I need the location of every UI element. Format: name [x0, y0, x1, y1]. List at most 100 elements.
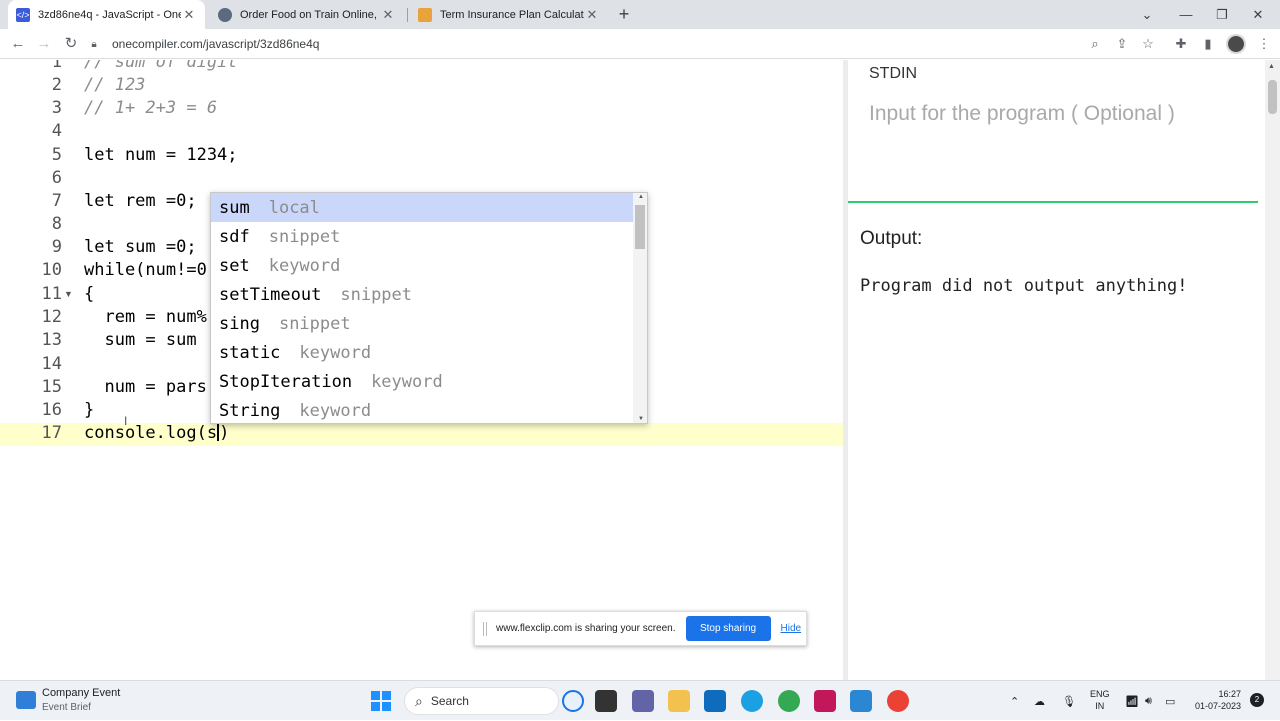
- line-number: 16: [41, 400, 62, 420]
- teams-chat-icon[interactable]: [632, 690, 654, 712]
- suggestion-item[interactable]: StopIteration keyword: [211, 367, 633, 396]
- windows-start-icon[interactable]: [371, 691, 391, 711]
- taskbar-search[interactable]: ⌕ Search: [404, 687, 559, 715]
- close-icon[interactable]: ✕: [380, 7, 396, 23]
- calculator-icon: [418, 7, 432, 22]
- scrollbar-thumb[interactable]: [635, 205, 645, 249]
- autocomplete-popup: sum local sdf snippet set keyword setTimeou…: [210, 192, 648, 424]
- suggestion-item[interactable]: setTimeout snippet: [211, 280, 633, 309]
- suggestion-item[interactable]: sdf snippet: [211, 222, 633, 251]
- avatar[interactable]: [1226, 34, 1246, 54]
- reload-button[interactable]: ↻: [60, 34, 82, 54]
- notification-badge[interactable]: 2: [1250, 693, 1264, 707]
- whiteboard-icon[interactable]: [850, 690, 872, 712]
- scroll-up-icon[interactable]: ▲: [638, 194, 644, 200]
- minimize-button[interactable]: —: [1168, 0, 1204, 29]
- intellij-icon[interactable]: [814, 690, 836, 712]
- forward-button[interactable]: →: [33, 34, 55, 54]
- line-number: 6: [51, 168, 62, 188]
- wifi-icon[interactable]: 📶︎: [1125, 681, 1139, 721]
- lock-icon[interactable]: 🔒︎: [88, 39, 100, 50]
- scrollbar-thumb[interactable]: [1268, 80, 1277, 114]
- browser-tab-bar: </> 3zd86ne4q - JavaScript - OneCom ✕ Or…: [0, 0, 1280, 29]
- line-number: 8: [51, 214, 62, 234]
- line-number: 10: [41, 260, 62, 280]
- extensions-icon[interactable]: ✚: [1172, 36, 1190, 52]
- scroll-down-icon[interactable]: ▼: [638, 416, 644, 422]
- chevron-up-icon[interactable]: ⌃: [1010, 681, 1019, 721]
- code-line: {: [84, 284, 95, 304]
- store-icon[interactable]: [704, 690, 726, 712]
- tab-onecompiler[interactable]: </> 3zd86ne4q - JavaScript - OneCom ✕: [8, 0, 205, 29]
- taskbar: Company Event Event Brief ⌕ Search ⌃ ☁ 🎙…: [0, 680, 1280, 720]
- fold-arrow-icon[interactable]: ▼: [64, 289, 73, 299]
- code-icon: </>: [16, 7, 30, 22]
- ibeam-cursor-icon: I: [124, 414, 128, 428]
- suggestion-item[interactable]: set keyword: [211, 251, 633, 280]
- menu-dots-icon[interactable]: ⋮: [1255, 36, 1273, 52]
- bookmark-star-icon[interactable]: ☆: [1139, 36, 1157, 52]
- tab-order-food[interactable]: Order Food on Train Online, Food ✕: [210, 0, 404, 29]
- zoom-icon[interactable]: ⌕: [1086, 36, 1104, 52]
- widget-title[interactable]: Company Event: [42, 687, 120, 699]
- code-line: while(num!=0: [84, 260, 207, 280]
- scroll-up-icon[interactable]: ▲: [1268, 63, 1275, 70]
- code-line: let rem =0;: [84, 191, 197, 211]
- code-line: sum = sum: [84, 330, 197, 350]
- line-number: 9: [51, 237, 62, 257]
- line-number: 2: [51, 75, 62, 95]
- task-view-icon[interactable]: [595, 690, 617, 712]
- autocomplete-scrollbar[interactable]: ▲ ▼: [633, 193, 647, 423]
- stdin-input[interactable]: Input for the program ( Optional ): [869, 102, 1175, 126]
- line-number: 1: [51, 60, 62, 72]
- url-field[interactable]: 🔒︎ onecompiler.com/javascript/3zd86ne4q: [88, 33, 1258, 55]
- close-icon[interactable]: ✕: [181, 7, 197, 23]
- line-number: 15: [41, 377, 62, 397]
- onedrive-icon[interactable]: ☁: [1034, 681, 1045, 721]
- tab-term-insurance[interactable]: Term Insurance Plan Calculator O ✕: [410, 0, 608, 29]
- clock[interactable]: 16:27 01-07-2023: [1195, 688, 1241, 712]
- search-icon: ⌕: [415, 692, 423, 709]
- line-number: 5: [51, 145, 62, 165]
- suggestion-item[interactable]: String keyword: [211, 396, 633, 423]
- widget-subtitle: Event Brief: [42, 702, 91, 713]
- new-tab-button[interactable]: +: [614, 3, 634, 25]
- page-scrollbar[interactable]: ▲: [1265, 60, 1280, 680]
- maximize-button[interactable]: ❐: [1204, 0, 1240, 29]
- stdin-title: STDIN: [869, 65, 917, 82]
- edge-icon[interactable]: [741, 690, 763, 712]
- close-window-button[interactable]: ✕: [1240, 0, 1276, 29]
- close-icon[interactable]: ✕: [584, 7, 600, 23]
- drag-handle-icon[interactable]: [483, 621, 487, 636]
- line-number: 14: [41, 354, 62, 374]
- share-icon[interactable]: ⇪: [1113, 36, 1131, 52]
- output-text: Program did not output anything!: [860, 276, 1188, 296]
- code-line: // 1+ 2+3 = 6: [84, 98, 218, 118]
- code-line: let sum =0;: [84, 237, 197, 257]
- volume-icon[interactable]: 🔊︎: [1145, 681, 1152, 721]
- hide-link[interactable]: Hide: [781, 623, 802, 634]
- bing-icon[interactable]: [562, 690, 584, 712]
- suggestion-item[interactable]: sing snippet: [211, 309, 633, 338]
- chevron-down-icon[interactable]: ⌄: [1129, 0, 1165, 29]
- chrome-active-icon[interactable]: [887, 690, 909, 712]
- side-panel-icon[interactable]: ▮: [1199, 36, 1217, 52]
- line-number: 12: [41, 307, 62, 327]
- battery-icon[interactable]: ▭: [1165, 681, 1175, 721]
- output-title: Output:: [860, 228, 923, 249]
- code-line: num = pars: [84, 377, 207, 397]
- code-line: }: [84, 400, 95, 420]
- code-line: rem = num%: [84, 307, 207, 327]
- widget-icon[interactable]: [16, 691, 36, 709]
- back-button[interactable]: ←: [7, 34, 29, 54]
- language-indicator[interactable]: ENG IN: [1090, 688, 1110, 712]
- io-panel: STDIN Input for the program ( Optional )…: [848, 60, 1258, 680]
- code-text: console.log(s: [84, 423, 218, 443]
- file-explorer-icon[interactable]: [668, 690, 690, 712]
- stop-sharing-button[interactable]: Stop sharing: [685, 616, 771, 641]
- microphone-icon[interactable]: 🎙︎: [1062, 681, 1076, 721]
- suggestion-item[interactable]: static keyword: [211, 338, 633, 367]
- chrome-icon[interactable]: [778, 690, 800, 712]
- line-number: 13: [41, 330, 62, 350]
- suggestion-item[interactable]: sum local: [211, 193, 633, 222]
